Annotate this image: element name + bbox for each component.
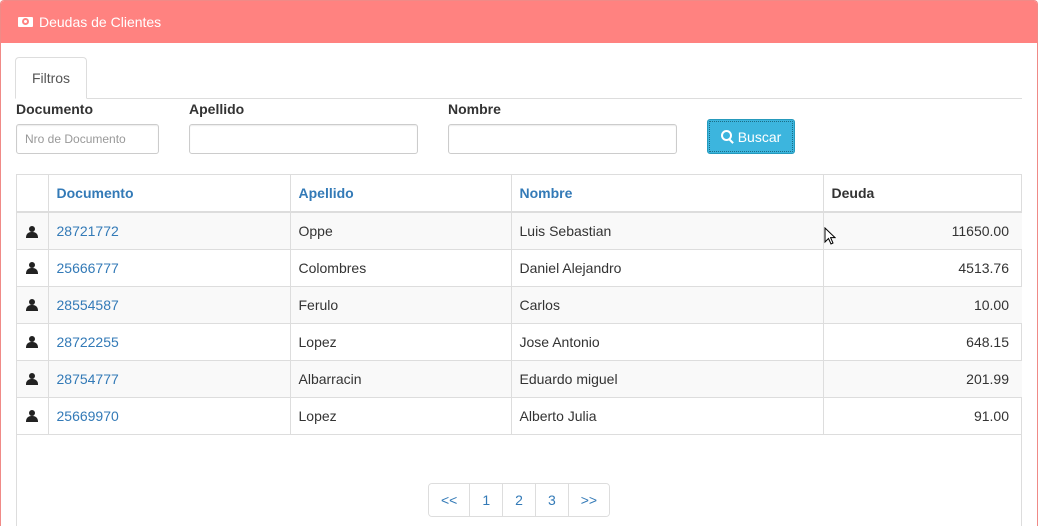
- header-deuda: Deuda: [823, 175, 1022, 213]
- table-header-row: Documento Apellido Nombre Deuda: [17, 175, 1022, 213]
- page-3-link[interactable]: 3: [535, 484, 569, 516]
- nombre-input[interactable]: [448, 124, 677, 154]
- user-icon: [26, 373, 39, 386]
- row-user-cell: [17, 212, 49, 250]
- user-icon: [26, 262, 39, 275]
- row-documento-link[interactable]: 28754777: [48, 360, 291, 398]
- user-icon: [26, 410, 39, 423]
- row-deuda: 4513.76: [823, 249, 1022, 287]
- table-row: 28554587 Ferulo Carlos 10.00: [17, 286, 1022, 324]
- row-user-cell: [17, 323, 49, 361]
- buscar-button-label: Buscar: [737, 128, 782, 145]
- row-apellido: Lopez: [290, 397, 512, 435]
- row-deuda: 201.99: [823, 360, 1022, 398]
- row-nombre: Luis Sebastian: [511, 212, 824, 250]
- table-row: 28754777 Albarracin Eduardo miguel 201.9…: [17, 360, 1022, 398]
- documento-input[interactable]: [16, 124, 159, 154]
- row-nombre: Jose Antonio: [511, 323, 824, 361]
- mouse-cursor-icon: [824, 227, 836, 245]
- row-nombre: Eduardo miguel: [511, 360, 824, 398]
- row-deuda: 648.15: [823, 323, 1022, 361]
- buscar-button[interactable]: Buscar: [707, 119, 795, 154]
- user-icon: [26, 225, 39, 239]
- table-row: 28722255 Lopez Jose Antonio 648.15: [17, 323, 1022, 361]
- money-icon: [18, 17, 33, 27]
- user-icon: [26, 299, 39, 312]
- nombre-label: Nombre: [448, 101, 501, 117]
- filter-tabs: Filtros: [15, 57, 1022, 99]
- row-documento-link[interactable]: 28722255: [48, 323, 291, 361]
- deudas-table: Documento Apellido Nombre Deuda 28721772…: [17, 175, 1022, 435]
- row-deuda: 10.00: [823, 286, 1022, 324]
- apellido-input[interactable]: [189, 124, 418, 154]
- table-row: 25666777 Colombres Daniel Alejandro 4513…: [17, 249, 1022, 287]
- deudas-table-container: Documento Apellido Nombre Deuda 28721772…: [16, 174, 1022, 526]
- page-first-link[interactable]: <<: [429, 484, 471, 516]
- row-documento-link[interactable]: 25669970: [48, 397, 291, 435]
- documento-label: Documento: [16, 101, 93, 117]
- row-nombre: Carlos: [511, 286, 824, 324]
- row-apellido: Oppe: [290, 212, 512, 250]
- page-last-link[interactable]: >>: [568, 484, 610, 516]
- row-user-cell: [17, 249, 49, 287]
- row-documento-link[interactable]: 28554587: [48, 286, 291, 324]
- page-2-link[interactable]: 2: [503, 484, 536, 516]
- row-nombre: Daniel Alejandro: [511, 249, 824, 287]
- row-user-cell: [17, 286, 49, 324]
- header-icon-column: [17, 175, 49, 213]
- row-user-cell: [17, 360, 49, 398]
- header-documento[interactable]: Documento: [48, 175, 291, 213]
- search-icon: [720, 130, 734, 143]
- apellido-label: Apellido: [189, 101, 245, 117]
- row-apellido: Lopez: [290, 323, 512, 361]
- row-user-cell: [17, 397, 49, 435]
- row-apellido: Colombres: [290, 249, 512, 287]
- page-1-link[interactable]: 1: [470, 484, 504, 516]
- row-deuda: 91.00: [823, 397, 1022, 435]
- row-deuda: 11650.00: [823, 212, 1022, 250]
- header-apellido[interactable]: Apellido: [290, 175, 512, 213]
- tab-filtros[interactable]: Filtros: [15, 57, 87, 99]
- panel-title: Deudas de Clientes: [39, 14, 162, 30]
- row-apellido: Albarracin: [290, 360, 512, 398]
- row-documento-link[interactable]: 25666777: [48, 249, 291, 287]
- table-row: 25669970 Lopez Alberto Julia 91.00: [17, 397, 1022, 435]
- panel-heading: Deudas de Clientes: [1, 1, 1037, 43]
- row-documento-link[interactable]: 28721772: [48, 212, 291, 250]
- table-row: 28721772 Oppe Luis Sebastian 11650.00: [17, 212, 1022, 250]
- row-nombre: Alberto Julia: [511, 397, 824, 435]
- user-icon: [26, 336, 39, 349]
- row-apellido: Ferulo: [290, 286, 512, 324]
- header-nombre[interactable]: Nombre: [511, 175, 824, 213]
- pagination: << 1 2 3 >>: [428, 483, 611, 517]
